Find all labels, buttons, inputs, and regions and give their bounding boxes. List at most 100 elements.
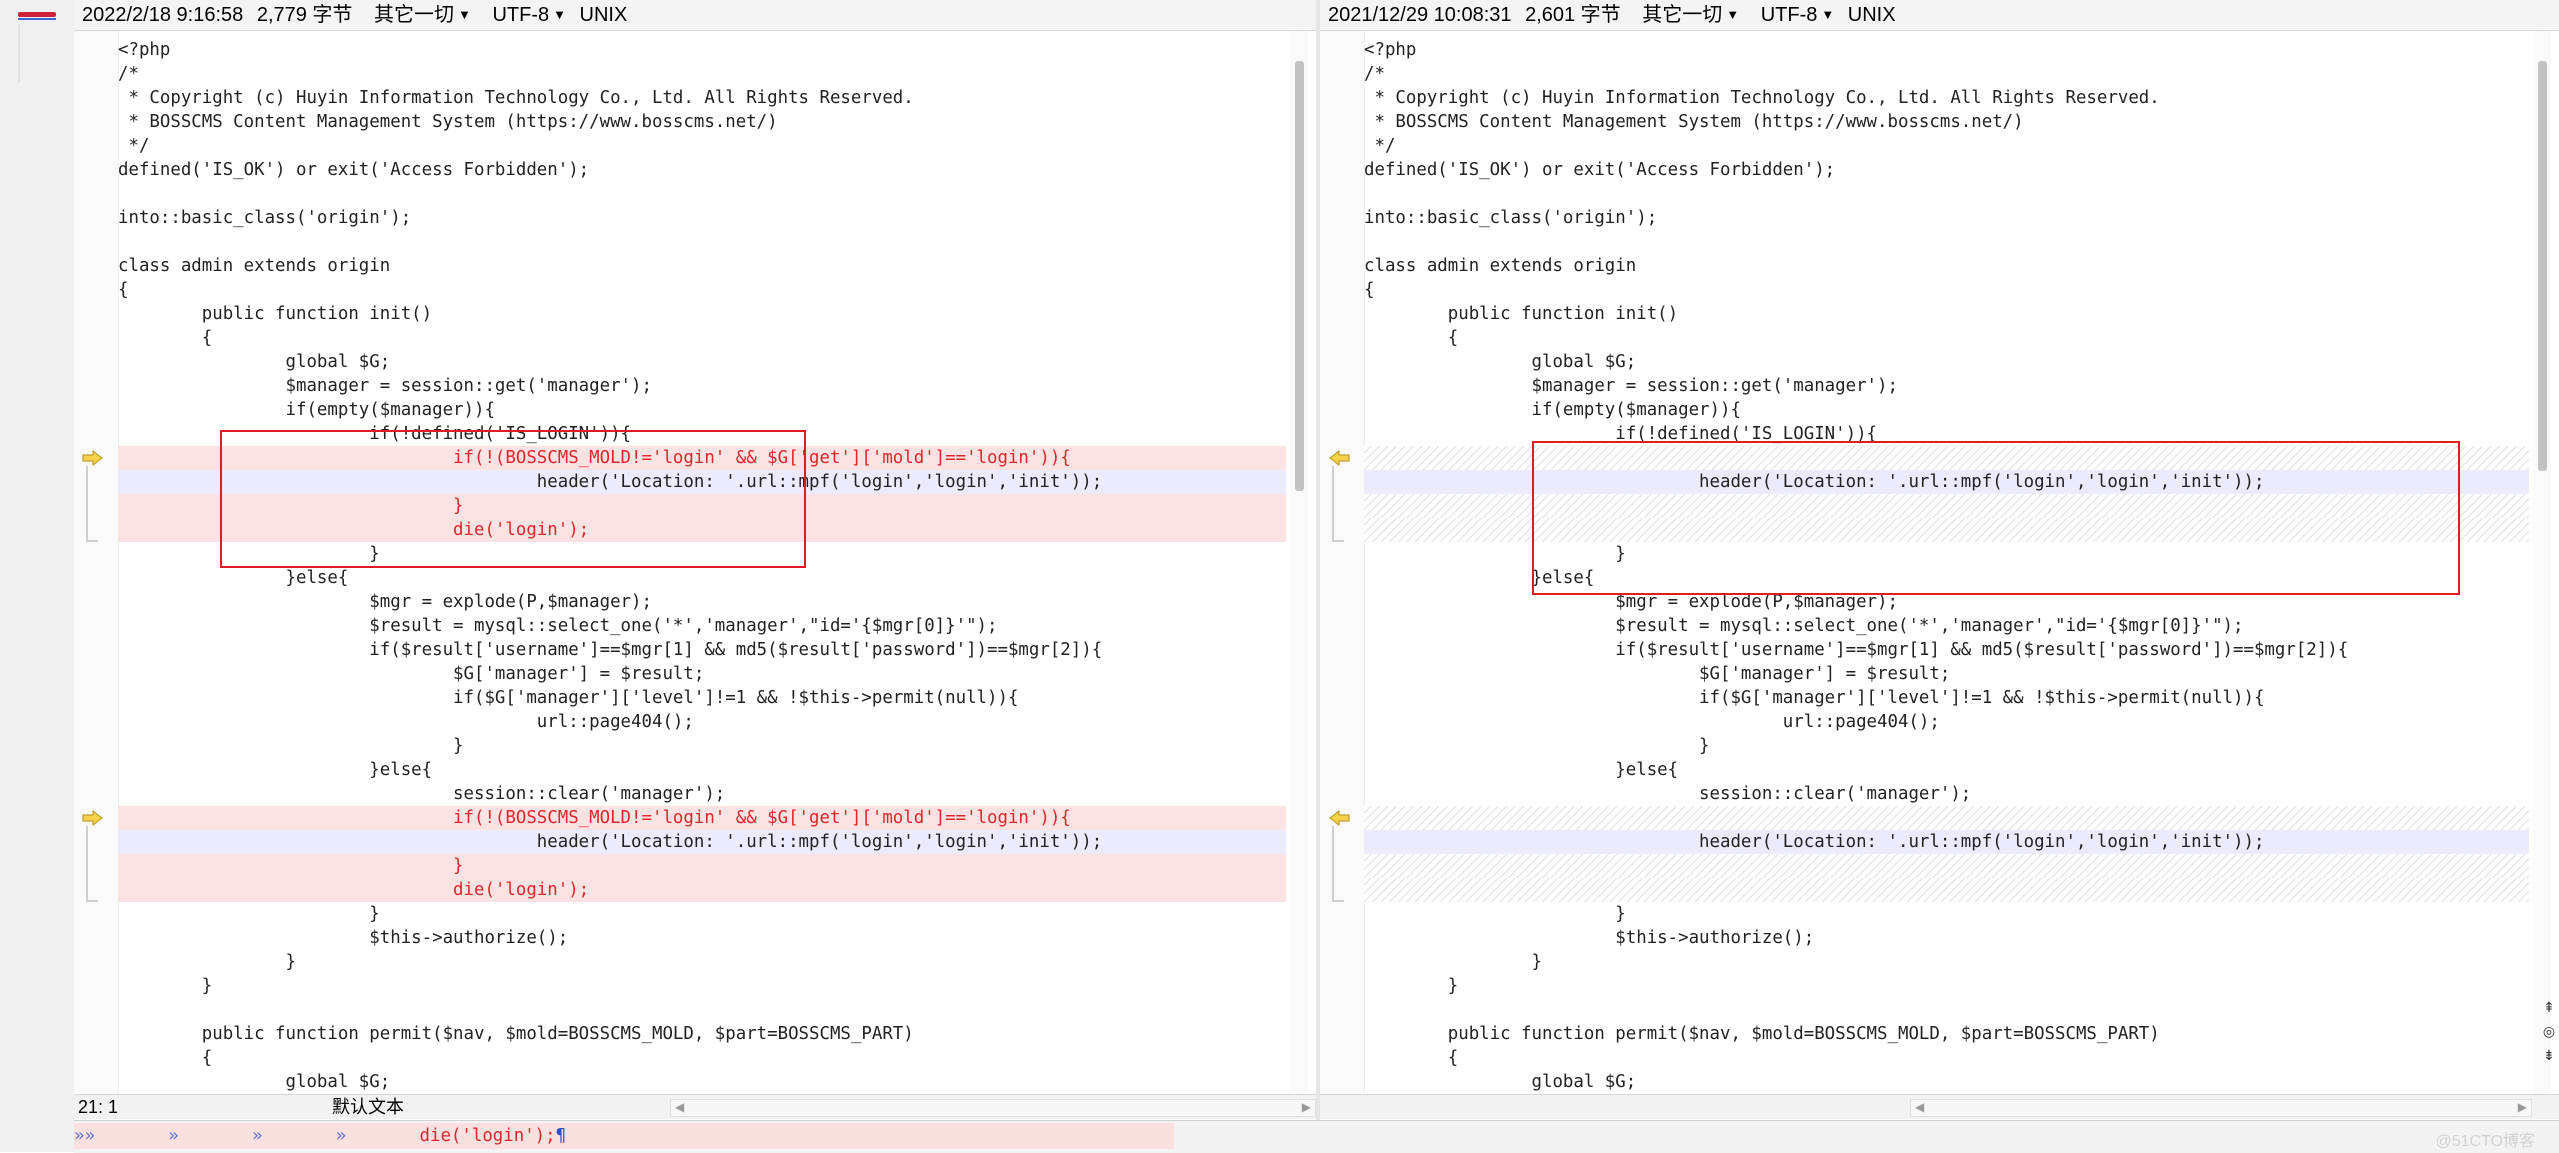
scroll-up-icon[interactable]: ⇞ <box>2539 995 2559 1019</box>
code-line[interactable]: session::clear('manager'); <box>1364 782 2529 806</box>
code-line-text: * BOSSCMS Content Management System (htt… <box>1364 112 2024 132</box>
code-line[interactable]: } <box>1364 950 2529 974</box>
left-misc-dropdown[interactable]: 其它一切 ▼ <box>366 0 471 30</box>
code-line[interactable]: class admin extends origin <box>1364 254 2529 278</box>
code-line[interactable]: defined('IS_OK') or exit('Access Forbidd… <box>1364 158 2529 182</box>
code-line[interactable]: * BOSSCMS Content Management System (htt… <box>118 110 1286 134</box>
scroll-left-icon[interactable]: ◀ <box>675 1095 684 1119</box>
right-scroll-thumb[interactable] <box>2538 61 2547 471</box>
code-line[interactable]: die('login'); <box>118 878 1286 902</box>
code-line[interactable]: $result = mysql::select_one('*','manager… <box>1364 614 2529 638</box>
code-line[interactable]: defined('IS_OK') or exit('Access Forbidd… <box>118 158 1286 182</box>
left-encoding-dropdown[interactable]: UTF-8 ▼ <box>484 0 566 30</box>
right-horizontal-scrollbar[interactable]: ◀ ▶ <box>1910 1099 2532 1117</box>
code-line[interactable]: if($G['manager']['level']!=1 && !$this->… <box>1364 686 2529 710</box>
code-line[interactable]: } <box>118 902 1286 926</box>
diff-arrow-icon[interactable] <box>82 809 104 827</box>
code-line-text: }else{ <box>118 568 349 588</box>
code-line[interactable]: $this->authorize(); <box>118 926 1286 950</box>
code-line[interactable]: } <box>118 734 1286 758</box>
code-line[interactable]: }else{ <box>118 566 1286 590</box>
code-line[interactable] <box>1364 230 2529 254</box>
diff-arrow-icon[interactable] <box>82 449 104 467</box>
code-line[interactable]: } <box>118 974 1286 998</box>
code-line[interactable] <box>1364 998 2529 1022</box>
left-lineend[interactable]: UNIX <box>580 0 628 30</box>
code-line[interactable]: $result = mysql::select_one('*','manager… <box>118 614 1286 638</box>
code-line[interactable]: }else{ <box>1364 758 2529 782</box>
code-line[interactable]: } <box>118 950 1286 974</box>
code-line[interactable] <box>118 998 1286 1022</box>
code-line[interactable]: public function init() <box>118 302 1286 326</box>
code-line[interactable]: into::basic_class('origin'); <box>1364 206 2529 230</box>
code-line[interactable]: $manager = session::get('manager'); <box>1364 374 2529 398</box>
code-line[interactable]: global $G; <box>118 350 1286 374</box>
code-line[interactable] <box>1364 806 2529 830</box>
code-line[interactable]: } <box>1364 974 2529 998</box>
code-line[interactable]: header('Location: '.url::mpf('login','lo… <box>118 830 1286 854</box>
code-line[interactable]: } <box>118 854 1286 878</box>
code-line[interactable]: if($result['username']==$mgr[1] && md5($… <box>118 638 1286 662</box>
code-line[interactable]: $this->authorize(); <box>1364 926 2529 950</box>
code-line[interactable] <box>1364 182 2529 206</box>
diff-arrow-icon[interactable] <box>1328 809 1350 827</box>
code-line[interactable]: * BOSSCMS Content Management System (htt… <box>1364 110 2529 134</box>
code-line[interactable]: /* <box>118 62 1286 86</box>
left-vertical-scrollbar[interactable] <box>1290 31 1308 1093</box>
code-line[interactable]: { <box>1364 278 2529 302</box>
code-line[interactable]: */ <box>1364 134 2529 158</box>
code-line[interactable]: } <box>1364 902 2529 926</box>
code-line[interactable]: /* <box>1364 62 2529 86</box>
scroll-left-icon[interactable]: ◀ <box>1915 1095 1924 1119</box>
code-line[interactable]: global $G; <box>1364 350 2529 374</box>
code-line[interactable]: public function init() <box>1364 302 2529 326</box>
code-line[interactable]: * Copyright (c) Huyin Information Techno… <box>1364 86 2529 110</box>
center-icon[interactable]: ◎ <box>2539 1019 2559 1043</box>
code-line[interactable]: { <box>1364 1046 2529 1070</box>
code-line[interactable]: { <box>1364 326 2529 350</box>
code-line[interactable]: header('Location: '.url::mpf('login','lo… <box>1364 830 2529 854</box>
code-line[interactable]: if($G['manager']['level']!=1 && !$this->… <box>118 686 1286 710</box>
code-line[interactable]: <?php <box>1364 38 2529 62</box>
diff-arrow-icon[interactable] <box>1328 449 1350 467</box>
code-line[interactable]: $G['manager'] = $result; <box>1364 662 2529 686</box>
code-line[interactable]: $manager = session::get('manager'); <box>118 374 1286 398</box>
code-line[interactable]: * Copyright (c) Huyin Information Techno… <box>118 86 1286 110</box>
code-line[interactable]: url::page404(); <box>118 710 1286 734</box>
code-line[interactable]: session::clear('manager'); <box>118 782 1286 806</box>
code-line[interactable]: { <box>118 1046 1286 1070</box>
code-line[interactable]: }else{ <box>118 758 1286 782</box>
scroll-down-icon[interactable]: ⇟ <box>2539 1043 2559 1067</box>
code-line[interactable]: $mgr = explode(P,$manager); <box>118 590 1286 614</box>
code-line[interactable] <box>1364 854 2529 878</box>
code-line[interactable] <box>1364 878 2529 902</box>
code-line[interactable]: } <box>1364 734 2529 758</box>
code-line[interactable]: public function permit($nav, $mold=BOSSC… <box>118 1022 1286 1046</box>
code-line[interactable] <box>118 182 1286 206</box>
code-line[interactable]: global $G; <box>1364 1070 2529 1093</box>
code-line[interactable]: $G['manager'] = $result; <box>118 662 1286 686</box>
code-line[interactable]: url::page404(); <box>1364 710 2529 734</box>
scroll-right-icon[interactable]: ▶ <box>1302 1095 1311 1119</box>
right-vertical-scrollbar[interactable] <box>2533 31 2551 1093</box>
right-misc-dropdown[interactable]: 其它一切 ▼ <box>1634 0 1739 30</box>
scroll-right-icon[interactable]: ▶ <box>2518 1095 2527 1119</box>
code-line[interactable]: if(empty($manager)){ <box>1364 398 2529 422</box>
code-line[interactable]: public function permit($nav, $mold=BOSSC… <box>1364 1022 2529 1046</box>
code-line[interactable]: { <box>118 278 1286 302</box>
left-horizontal-scrollbar[interactable]: ◀ ▶ <box>670 1099 1316 1117</box>
code-line[interactable]: if(!(BOSSCMS_MOLD!='login' && $G['get'][… <box>118 806 1286 830</box>
code-line[interactable]: class admin extends origin <box>118 254 1286 278</box>
code-line[interactable] <box>118 230 1286 254</box>
right-lineend[interactable]: UNIX <box>1848 0 1896 30</box>
code-line[interactable]: { <box>118 326 1286 350</box>
code-line[interactable]: <?php <box>118 38 1286 62</box>
right-encoding-dropdown[interactable]: UTF-8 ▼ <box>1753 0 1835 30</box>
code-line[interactable]: if(empty($manager)){ <box>118 398 1286 422</box>
code-line[interactable]: global $G; <box>118 1070 1286 1093</box>
code-line[interactable]: */ <box>118 134 1286 158</box>
syntax-mode[interactable]: 默认文本 <box>332 1095 404 1119</box>
code-line[interactable]: into::basic_class('origin'); <box>118 206 1286 230</box>
left-scroll-thumb[interactable] <box>1295 61 1304 491</box>
code-line[interactable]: if($result['username']==$mgr[1] && md5($… <box>1364 638 2529 662</box>
